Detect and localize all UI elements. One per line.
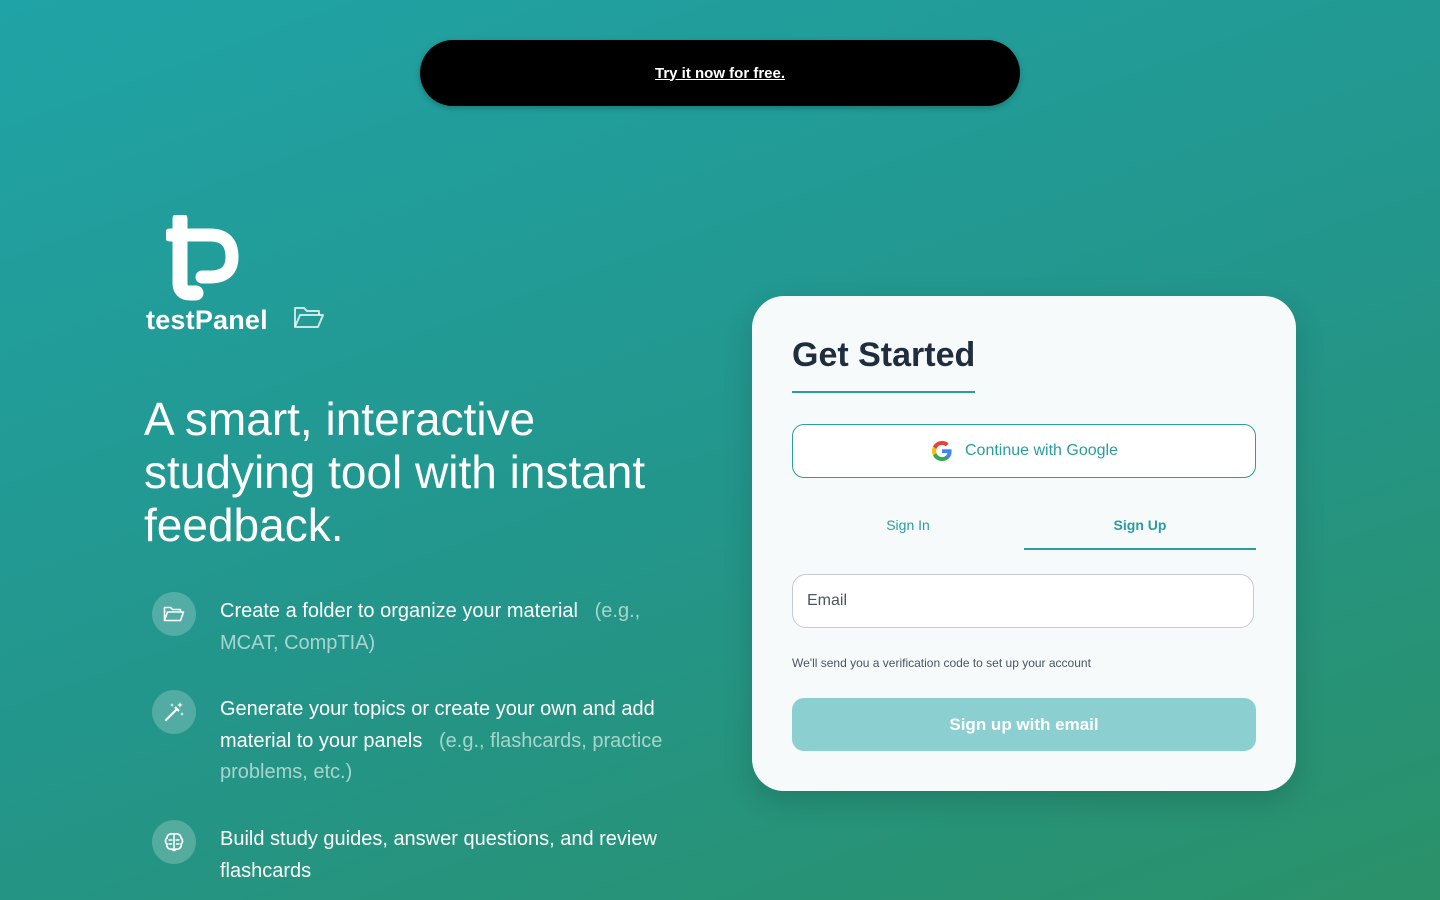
try-free-link[interactable]: Try it now for free. (655, 65, 785, 82)
email-input[interactable] (792, 574, 1254, 628)
brain-icon (152, 820, 196, 864)
auth-title: Get Started (792, 336, 976, 393)
google-icon (932, 441, 952, 461)
brand-logo: testPanel (146, 215, 270, 335)
page-headline: A smart, interactive studying tool with … (144, 393, 646, 551)
testpanel-logo-icon (166, 215, 239, 301)
google-button-label: Continue with Google (965, 442, 1118, 459)
feature-text: Build study guides, answer questions, an… (220, 828, 657, 882)
folder-open-icon (152, 592, 196, 636)
auth-card: Get Started Continue with Google Sign In… (752, 296, 1296, 791)
magic-wand-icon (152, 690, 196, 734)
auth-tabs: Sign In Sign Up (792, 506, 1256, 550)
continue-with-google-button[interactable]: Continue with Google (792, 424, 1256, 478)
folder-open-icon[interactable] (293, 304, 325, 332)
promo-banner: Try it now for free. (420, 40, 1020, 106)
tab-sign-up[interactable]: Sign Up (1024, 506, 1256, 550)
feature-text: Create a folder to organize your materia… (220, 600, 578, 622)
brand-name: testPanel (146, 305, 268, 335)
tab-sign-in[interactable]: Sign In (792, 506, 1024, 550)
email-helper-text: We'll send you a verification code to se… (792, 656, 1091, 670)
sign-up-with-email-button[interactable]: Sign up with email (792, 698, 1256, 751)
